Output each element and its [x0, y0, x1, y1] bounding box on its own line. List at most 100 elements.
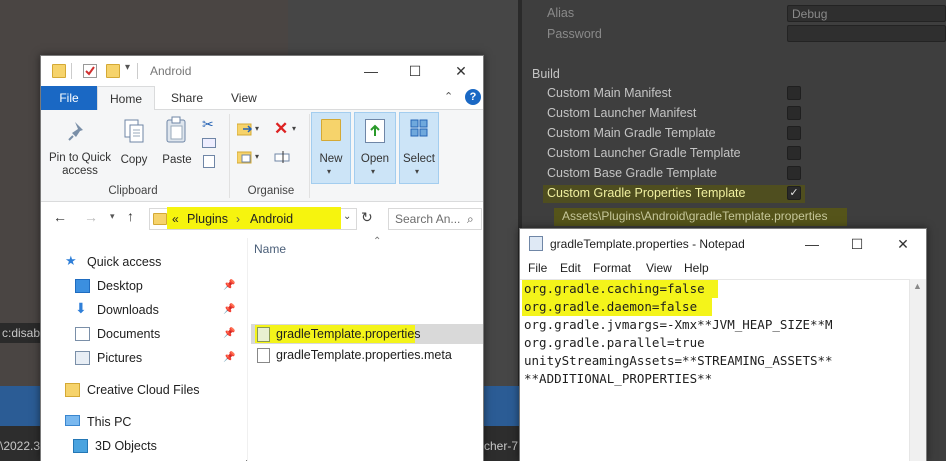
notepad-minimize-button[interactable]: —: [790, 232, 834, 256]
notepad-scrollbar[interactable]: ▲: [909, 279, 926, 461]
file-explorer-window: ▾ Android — ☐ ✕ File Home Share View ⌃ ?…: [40, 55, 484, 461]
customize-toolbar-chevron-icon[interactable]: ▾: [125, 62, 130, 73]
ribbon-separator: [229, 114, 230, 198]
file-name: gradleTemplate.properties.meta: [276, 348, 452, 362]
delete-icon[interactable]: ✕: [274, 119, 288, 139]
select-dropdown-icon: ▾: [415, 167, 420, 176]
menu-file[interactable]: File: [528, 261, 547, 275]
help-icon[interactable]: ?: [465, 89, 481, 105]
open-button-label: Open: [360, 153, 390, 165]
select-button[interactable]: Select ▾: [399, 112, 439, 184]
move-to-dropdown-icon[interactable]: ▾: [255, 124, 259, 133]
star-icon: ★: [65, 253, 77, 268]
paste-shortcut-icon[interactable]: [203, 155, 215, 168]
rename-icon[interactable]: [274, 150, 290, 164]
cut-icon[interactable]: ✂: [202, 116, 214, 133]
custom-launcher-gradle-checkbox[interactable]: [787, 146, 801, 160]
custom-base-gradle-checkbox[interactable]: [787, 166, 801, 180]
move-to-icon[interactable]: [236, 122, 253, 136]
address-segment-plugins[interactable]: Plugins: [187, 212, 228, 226]
pin-icon[interactable]: 📌: [223, 328, 235, 339]
copy-to-icon[interactable]: [236, 150, 253, 164]
file-row[interactable]: gradleTemplate.properties.meta: [251, 345, 483, 365]
paste-button[interactable]: Paste: [159, 154, 195, 166]
close-button[interactable]: ✕: [439, 59, 483, 83]
custom-gradle-properties-checkbox[interactable]: ✓: [787, 186, 801, 200]
custom-launcher-manifest-checkbox[interactable]: [787, 106, 801, 120]
explorer-titlebar[interactable]: ▾ Android — ☐ ✕: [41, 56, 483, 86]
pin-icon[interactable]: 📌: [223, 352, 235, 363]
custom-main-gradle-checkbox[interactable]: [787, 126, 801, 140]
tab-home[interactable]: Home: [97, 86, 155, 111]
properties-icon[interactable]: [83, 64, 97, 78]
nav-item-label: This PC: [87, 415, 132, 429]
new-folder-large-icon: [321, 119, 341, 141]
folder-icon: [52, 64, 66, 78]
pin-icon[interactable]: 📌: [223, 304, 235, 315]
text-line: **ADDITIONAL_PROPERTIES**: [524, 371, 713, 386]
new-button[interactable]: New ▾: [311, 112, 351, 184]
address-separator[interactable]: ›: [236, 212, 240, 226]
properties-file-icon: [257, 327, 270, 342]
search-icon[interactable]: ⌕: [467, 212, 474, 227]
maximize-button[interactable]: ☐: [393, 59, 437, 83]
copy-icon: [123, 118, 145, 144]
ribbon-separator: [309, 114, 310, 198]
address-segment-android[interactable]: Android: [250, 212, 293, 226]
file-row-selected[interactable]: gradleTemplate.properties: [251, 324, 483, 344]
copy-button[interactable]: Copy: [117, 154, 151, 166]
address-dropdown-icon[interactable]: ⌄: [343, 211, 351, 222]
alias-label: Alias: [547, 6, 575, 20]
desktop-icon: [75, 279, 90, 293]
notepad-text-area[interactable]: org.gradle.caching=false org.gradle.daem…: [520, 279, 909, 461]
text-line: org.gradle.caching=false: [524, 281, 705, 296]
text-line: org.gradle.jvmargs=-Xmx**JVM_HEAP_SIZE**…: [524, 317, 833, 332]
menu-edit[interactable]: Edit: [560, 261, 581, 275]
nav-item-label: Quick access: [87, 255, 162, 269]
collapse-ribbon-chevron-icon[interactable]: ⌃: [444, 90, 453, 103]
nav-item-pictures[interactable]: Pictures 📌: [75, 348, 235, 370]
minimize-button[interactable]: —: [349, 59, 393, 83]
address-overflow-chevron[interactable]: «: [172, 212, 179, 226]
forward-arrow-icon[interactable]: →: [84, 209, 98, 225]
new-button-label: New: [319, 153, 343, 165]
password-label: Password: [547, 27, 602, 41]
menu-help[interactable]: Help: [684, 261, 709, 275]
scroll-up-icon[interactable]: ▲: [913, 281, 922, 291]
menu-view[interactable]: View: [646, 261, 672, 275]
delete-dropdown-icon[interactable]: ▾: [292, 124, 296, 133]
text-line: org.gradle.daemon=false: [524, 299, 698, 314]
notepad-titlebar[interactable]: gradleTemplate.properties - Notepad — ☐ …: [520, 229, 926, 259]
tab-view[interactable]: View: [219, 86, 269, 110]
nav-item-downloads[interactable]: ⬇ Downloads 📌: [75, 300, 235, 322]
notepad-close-button[interactable]: ✕: [881, 232, 925, 256]
copy-path-icon[interactable]: [202, 138, 216, 148]
password-field[interactable]: [787, 25, 946, 42]
creative-cloud-icon: [65, 383, 80, 397]
custom-launcher-gradle-label: Custom Launcher Gradle Template: [547, 146, 741, 160]
copy-to-dropdown-icon[interactable]: ▾: [255, 152, 259, 161]
ribbon-tabs: File Home Share View ⌃ ?: [41, 86, 483, 111]
alias-field[interactable]: Debug: [787, 5, 946, 22]
file-list-pane: Name ⌃ gradleTemplate.properties gradleT…: [248, 236, 483, 461]
status-launcher-fragment: cher-7: [484, 439, 519, 453]
open-button[interactable]: Open ▾: [354, 112, 396, 184]
recent-locations-chevron-icon[interactable]: ▾: [110, 211, 115, 222]
pin-to-quick-access-button[interactable]: Pin to Quick access: [45, 152, 115, 178]
nav-item-documents[interactable]: Documents 📌: [75, 324, 235, 346]
custom-main-manifest-checkbox[interactable]: [787, 86, 801, 100]
tab-share[interactable]: Share: [159, 86, 215, 110]
pin-icon[interactable]: 📌: [223, 280, 235, 291]
back-arrow-icon[interactable]: ←: [53, 209, 67, 225]
refresh-icon[interactable]: ↻: [361, 209, 373, 226]
menu-format[interactable]: Format: [593, 261, 631, 275]
custom-launcher-manifest-label: Custom Launcher Manifest: [547, 106, 697, 120]
custom-gradle-properties-label: Custom Gradle Properties Template: [547, 186, 746, 200]
notepad-maximize-button[interactable]: ☐: [835, 232, 879, 256]
new-folder-icon[interactable]: [106, 64, 120, 78]
open-properties-icon: [365, 119, 385, 143]
column-header-name[interactable]: Name: [254, 242, 286, 256]
tab-file[interactable]: File: [41, 86, 97, 110]
nav-item-desktop[interactable]: Desktop 📌: [75, 276, 235, 298]
up-arrow-icon[interactable]: ↑: [127, 208, 134, 224]
